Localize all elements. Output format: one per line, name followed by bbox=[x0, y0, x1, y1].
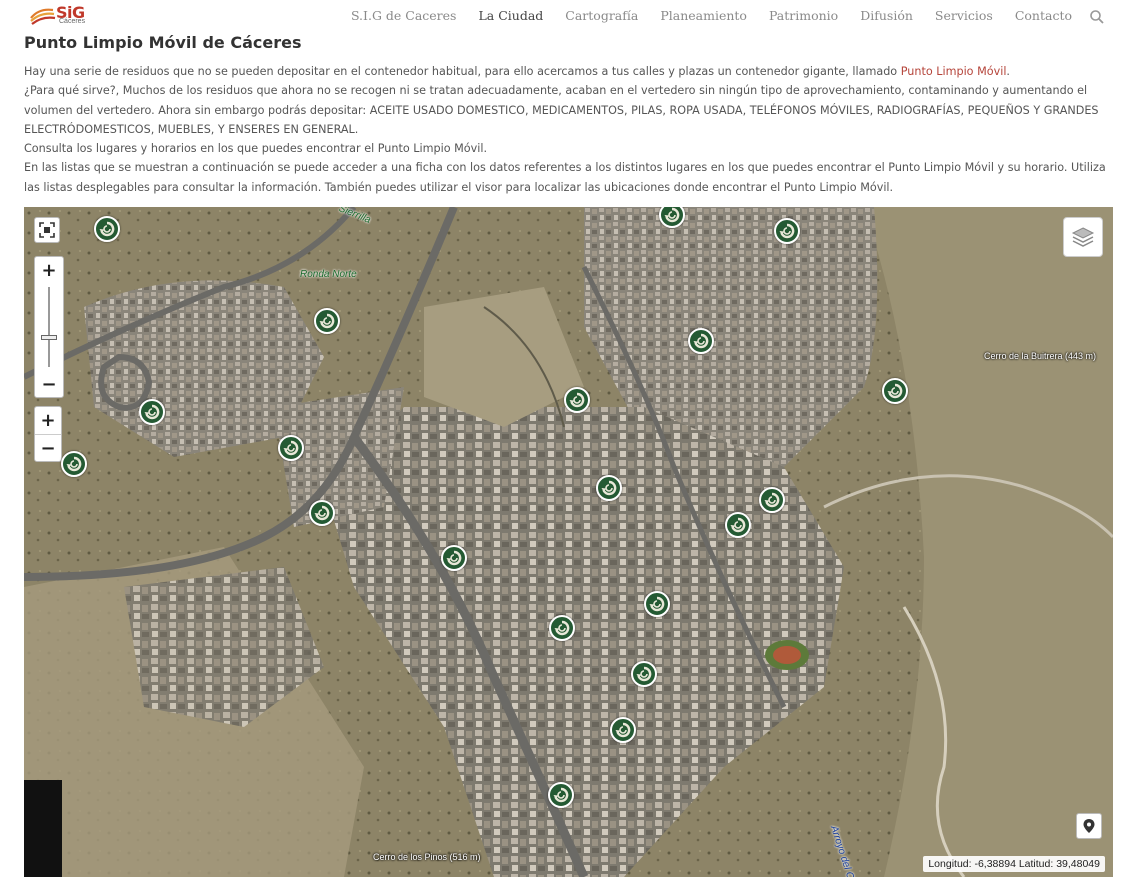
recycle-icon bbox=[283, 440, 299, 456]
page-description: Hay una serie de residuos que no se pued… bbox=[24, 62, 1109, 197]
recycle-icon bbox=[99, 221, 115, 237]
recycle-icon bbox=[553, 787, 569, 803]
intro-end: . bbox=[1006, 65, 1010, 78]
recycle-icon bbox=[779, 223, 795, 239]
main-nav: S.I.G de Caceres La Ciudad Cartografía P… bbox=[340, 8, 1105, 25]
punto-limpio-marker[interactable] bbox=[644, 591, 670, 617]
nav-difusion[interactable]: Difusión bbox=[849, 8, 924, 25]
recycle-icon bbox=[446, 550, 462, 566]
map-tile-gap bbox=[24, 780, 62, 877]
label-cerro-buitrera: Cerro de la Buitrera (443 m) bbox=[984, 351, 1097, 361]
punto-limpio-marker[interactable] bbox=[610, 717, 636, 743]
punto-limpio-marker[interactable] bbox=[882, 378, 908, 404]
zoom-in-button-2[interactable]: + bbox=[35, 407, 61, 434]
site-header: SiG Cáceres S.I.G de Caceres La Ciudad C… bbox=[0, 0, 1125, 32]
recycle-icon bbox=[730, 517, 746, 533]
recycle-icon bbox=[664, 207, 680, 223]
nav-servicios[interactable]: Servicios bbox=[924, 8, 1004, 25]
satellite-imagery bbox=[24, 207, 1113, 877]
label-cerro-pinos: Cerro de los Pinos (516 m) bbox=[373, 852, 481, 862]
purpose-paragraph: ¿Para qué sirve?, Muchos de los residuos… bbox=[24, 84, 1099, 136]
layers-icon bbox=[1071, 227, 1095, 247]
site-logo[interactable]: SiG Cáceres bbox=[29, 3, 89, 28]
nav-patrimonio[interactable]: Patrimonio bbox=[758, 8, 849, 25]
lists-paragraph: En las listas que se muestran a continua… bbox=[24, 161, 1106, 194]
punto-limpio-marker[interactable] bbox=[596, 475, 622, 501]
nav-contacto[interactable]: Contacto bbox=[1004, 8, 1083, 25]
punto-limpio-marker[interactable] bbox=[61, 451, 87, 477]
recycle-icon bbox=[314, 505, 330, 521]
recycle-icon bbox=[554, 620, 570, 636]
intro-paragraph: Hay una serie de residuos que no se pued… bbox=[24, 62, 1109, 81]
consult-paragraph: Consulta los lugares y horarios en los q… bbox=[24, 142, 487, 156]
layer-switcher-button[interactable] bbox=[1063, 217, 1103, 257]
punto-limpio-marker[interactable] bbox=[725, 512, 751, 538]
nav-sig[interactable]: S.I.G de Caceres bbox=[340, 8, 468, 25]
punto-limpio-marker[interactable] bbox=[139, 399, 165, 425]
recycle-icon bbox=[764, 492, 780, 508]
map-viewer[interactable]: Ronda Norte Sierrilla Cerro de la Buitre… bbox=[24, 207, 1113, 877]
page-title: Punto Limpio Móvil de Cáceres bbox=[24, 33, 302, 52]
punto-limpio-marker[interactable] bbox=[548, 782, 574, 808]
punto-limpio-marker[interactable] bbox=[441, 545, 467, 571]
recycle-icon bbox=[615, 722, 631, 738]
nav-planeamiento[interactable]: Planeamiento bbox=[649, 8, 758, 25]
search-icon[interactable] bbox=[1089, 9, 1105, 25]
punto-limpio-marker[interactable] bbox=[759, 487, 785, 513]
punto-limpio-link[interactable]: Punto Limpio Móvil bbox=[901, 65, 1007, 78]
recycle-icon bbox=[569, 392, 585, 408]
zoom-slider[interactable]: + − bbox=[34, 256, 64, 398]
recycle-icon bbox=[649, 596, 665, 612]
recycle-icon bbox=[66, 456, 82, 472]
zoom-out-button[interactable]: − bbox=[35, 371, 63, 397]
recycle-icon bbox=[887, 383, 903, 399]
punto-limpio-marker[interactable] bbox=[564, 387, 590, 413]
zoom-control[interactable]: + − bbox=[34, 406, 62, 462]
punto-limpio-marker[interactable] bbox=[309, 500, 335, 526]
fullscreen-icon bbox=[39, 222, 55, 238]
label-ronda-norte: Ronda Norte bbox=[300, 269, 357, 280]
intro-text: Hay una serie de residuos que no se pued… bbox=[24, 65, 901, 78]
fullscreen-button[interactable] bbox=[34, 217, 60, 243]
punto-limpio-marker[interactable] bbox=[688, 328, 714, 354]
geolocate-button[interactable] bbox=[1076, 813, 1102, 839]
recycle-icon bbox=[144, 404, 160, 420]
recycle-icon bbox=[693, 333, 709, 349]
zoom-thumb[interactable] bbox=[41, 335, 57, 340]
punto-limpio-marker[interactable] bbox=[631, 661, 657, 687]
location-pin-icon bbox=[1083, 819, 1095, 833]
nav-cartografia[interactable]: Cartografía bbox=[554, 8, 649, 25]
recycle-icon bbox=[636, 666, 652, 682]
recycle-icon bbox=[601, 480, 617, 496]
coordinates-display: Longitud: -6,38894 Latitud: 39,48049 bbox=[923, 856, 1105, 872]
zoom-track[interactable] bbox=[48, 287, 50, 367]
logo-icon bbox=[30, 8, 56, 25]
nav-la-ciudad[interactable]: La Ciudad bbox=[467, 8, 554, 25]
zoom-in-button[interactable]: + bbox=[35, 257, 63, 283]
recycle-icon bbox=[319, 313, 335, 329]
zoom-out-button-2[interactable]: − bbox=[35, 434, 61, 461]
punto-limpio-marker[interactable] bbox=[549, 615, 575, 641]
logo-subtitle: Cáceres bbox=[59, 18, 86, 25]
punto-limpio-marker[interactable] bbox=[774, 218, 800, 244]
punto-limpio-marker[interactable] bbox=[94, 216, 120, 242]
punto-limpio-marker[interactable] bbox=[314, 308, 340, 334]
punto-limpio-marker[interactable] bbox=[278, 435, 304, 461]
